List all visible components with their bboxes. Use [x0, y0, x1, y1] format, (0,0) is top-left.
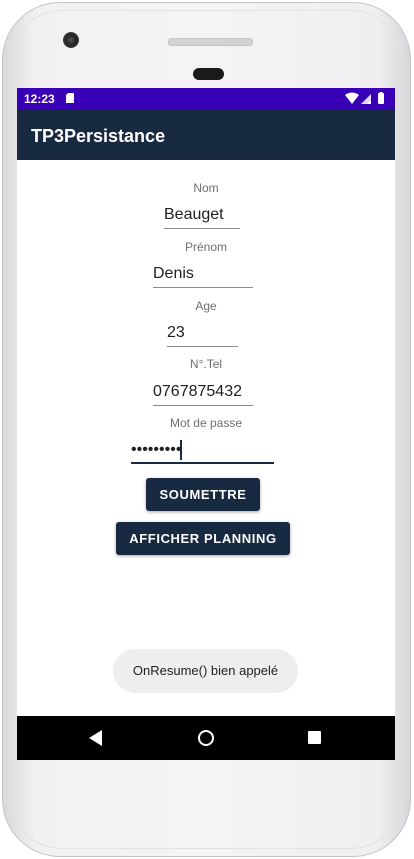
battery-icon — [378, 93, 384, 104]
home-icon[interactable] — [198, 730, 214, 746]
app-bar: TP3Persistance — [17, 110, 395, 160]
prenom-label: Prénom — [184, 240, 228, 254]
text-cursor — [180, 440, 182, 460]
back-icon[interactable] — [89, 730, 103, 746]
age-label: Age — [195, 299, 217, 313]
nom-value: Beauget — [164, 206, 224, 223]
earpiece-slot — [193, 68, 224, 80]
recents-icon[interactable] — [308, 731, 321, 744]
age-field[interactable]: 23 — [167, 321, 238, 347]
prenom-field[interactable]: Denis — [153, 262, 253, 288]
age-value: 23 — [167, 324, 185, 341]
tel-field[interactable]: 0767875432 — [153, 380, 253, 406]
device-screen: 12:23 TP3Persistance Nom Beauget Prénom … — [17, 88, 395, 760]
submit-button[interactable]: SOUMETTRE — [146, 478, 260, 511]
nom-label: Nom — [193, 181, 219, 195]
status-time: 12:23 — [24, 92, 55, 106]
tel-label: N°.Tel — [189, 357, 223, 371]
nom-field[interactable]: Beauget — [164, 203, 240, 229]
app-title: TP3Persistance — [31, 126, 166, 146]
password-field[interactable]: ••••••••• — [131, 438, 274, 464]
speaker-grille — [168, 38, 253, 46]
tel-value: 0767875432 — [153, 383, 242, 400]
wifi-icon — [345, 92, 359, 104]
toast-message: OnResume() bien appelé — [113, 649, 298, 693]
password-label: Mot de passe — [169, 416, 243, 430]
status-bar: 12:23 — [17, 88, 395, 110]
show-planning-button[interactable]: AFFICHER PLANNING — [116, 522, 290, 555]
sd-card-icon — [66, 93, 74, 103]
navigation-bar — [17, 716, 395, 760]
password-value: ••••••••• — [131, 441, 182, 458]
status-icons — [345, 92, 384, 104]
prenom-value: Denis — [153, 265, 194, 282]
front-camera — [63, 32, 79, 48]
